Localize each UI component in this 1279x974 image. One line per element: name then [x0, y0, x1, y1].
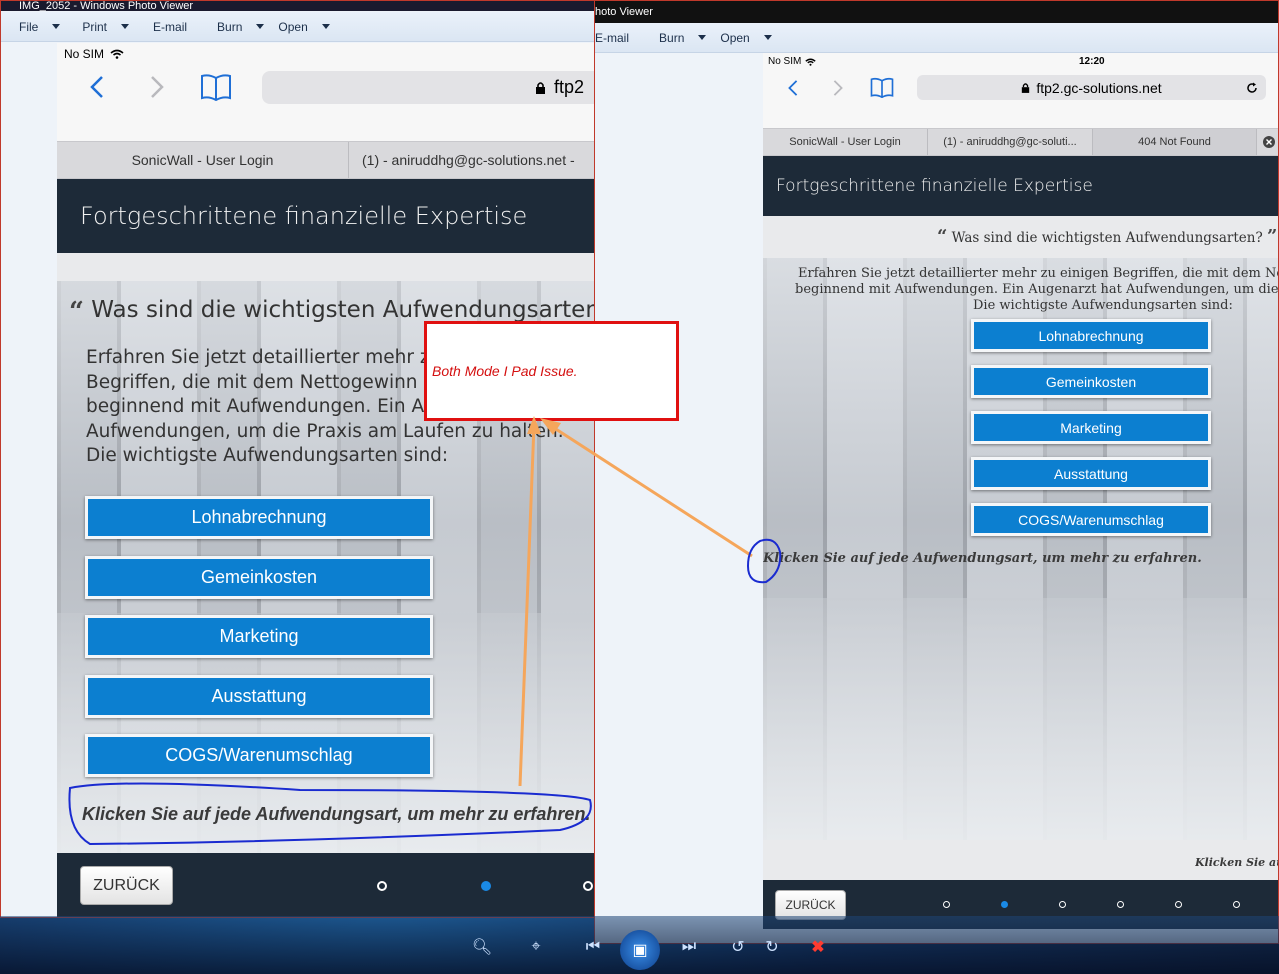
button-gemeinkosten[interactable]: Gemeinkosten: [85, 556, 433, 599]
lock-icon: [536, 81, 545, 94]
reload-icon[interactable]: [1246, 82, 1258, 94]
page-dot-5[interactable]: [1175, 901, 1182, 908]
menu-print[interactable]: Print: [82, 20, 130, 34]
button-lohnabrechnung[interactable]: Lohnabrechnung: [85, 496, 433, 539]
button-marketing[interactable]: Marketing: [85, 615, 433, 658]
tab-gmail[interactable]: (1) - aniruddhg@gc-solutions.net -: [349, 142, 594, 178]
forward-chevron-icon[interactable]: [150, 75, 164, 99]
url-text: ftp2.gc-solutions.net: [1036, 79, 1162, 96]
issue-callout-box: Both Mode I Pad Issue.: [424, 321, 679, 421]
back-chevron-icon[interactable]: [788, 79, 798, 97]
button-gemeinkosten[interactable]: Gemeinkosten: [971, 365, 1211, 398]
page-dot-3[interactable]: [583, 881, 593, 891]
url-text: ftp2: [554, 77, 585, 97]
wifi-icon: [110, 49, 124, 59]
left-menubar: File Print E-mail Burn Open: [1, 12, 594, 42]
page-dot-6[interactable]: [1233, 901, 1240, 908]
next-icon[interactable]: ⏭︎: [672, 934, 706, 960]
delete-icon[interactable]: ✖: [806, 934, 830, 960]
button-cogs[interactable]: COGS/Warenumschlag: [85, 734, 433, 777]
right-tab-strip: SonicWall - User Login (1) - aniruddhg@g…: [763, 128, 1278, 156]
tab-404[interactable]: 404 Not Found: [1093, 129, 1257, 155]
rotate-right-icon[interactable]: ↻: [760, 934, 784, 960]
left-photo-viewer-window: IMG_2052 - Windows Photo Viewer File Pri…: [0, 0, 595, 918]
page-dot-2-active[interactable]: [1001, 901, 1008, 908]
menu-burn[interactable]: Burn: [659, 31, 707, 45]
left-ipad-screenshot: No SIM ftp2 SonicWall - User Login (1) -…: [57, 43, 594, 917]
left-url-bar[interactable]: ftp2: [262, 71, 594, 104]
button-marketing[interactable]: Marketing: [971, 411, 1211, 444]
course-title: Fortgeschrittene finanzielle Expertise: [776, 176, 1093, 196]
menu-email[interactable]: E-mail: [595, 31, 629, 45]
clock-label: 12:20: [1079, 56, 1105, 67]
page-dot-3[interactable]: [1059, 901, 1066, 908]
right-course-header: Fortgeschrittene finanzielle Expertise: [763, 156, 1278, 216]
bookmarks-book-icon[interactable]: [870, 77, 894, 98]
tab-sonicwall[interactable]: SonicWall - User Login: [57, 142, 349, 178]
course-title: Fortgeschrittene finanzielle Expertise: [80, 202, 528, 230]
right-menubar: E-mail Burn Open: [595, 23, 1278, 53]
chevron-down-icon: [121, 24, 130, 29]
chevron-down-icon: [256, 24, 265, 29]
menu-email[interactable]: E-mail: [153, 20, 187, 34]
right-window-title: hoto Viewer: [595, 1, 1278, 23]
left-status-bar: No SIM: [64, 47, 124, 61]
left-footer-bar: ZURÜCK: [57, 853, 594, 917]
right-bottom-hint-text: Klicken Sie auf "W: [1195, 856, 1278, 869]
chevron-down-icon: [321, 24, 330, 29]
back-chevron-icon[interactable]: [90, 75, 104, 99]
right-hint-text: Klicken Sie auf jede Aufwendungsart, um …: [763, 551, 1202, 566]
right-url-bar[interactable]: ftp2.gc-solutions.net: [917, 75, 1266, 100]
lock-icon: [1022, 82, 1030, 93]
page-dot-1[interactable]: [943, 901, 950, 908]
chevron-down-icon: [698, 35, 707, 40]
button-ausstattung[interactable]: Ausstattung: [85, 675, 433, 718]
chevron-down-icon: [52, 24, 61, 29]
previous-icon[interactable]: ⏮︎: [576, 934, 610, 960]
menu-file[interactable]: File: [19, 20, 61, 34]
page-dot-4[interactable]: [1117, 901, 1124, 908]
right-ipad-screenshot: No SIM 12:20 ftp2.gc-solutions.net Sonic…: [763, 53, 1279, 929]
button-lohnabrechnung[interactable]: Lohnabrechnung: [971, 319, 1211, 352]
page-dot-1[interactable]: [377, 881, 387, 891]
actual-size-icon[interactable]: ⌖: [522, 934, 550, 960]
menu-burn[interactable]: Burn: [217, 20, 265, 34]
chevron-down-icon: [763, 35, 772, 40]
wifi-icon: [805, 58, 817, 66]
carrier-label: No SIM: [64, 47, 105, 61]
button-ausstattung[interactable]: Ausstattung: [971, 457, 1211, 490]
left-tab-strip: SonicWall - User Login (1) - aniruddhg@g…: [57, 141, 594, 179]
viewer-control-bar: 🔍︎ ⌖ ⏮︎ ▣ ⏭︎ ↺ ↻ ✖: [0, 916, 1279, 974]
right-photo-viewer-window: hoto Viewer E-mail Burn Open No SIM 12:2…: [594, 0, 1279, 944]
menu-open[interactable]: Open: [720, 31, 772, 45]
menu-open[interactable]: Open: [278, 20, 330, 34]
quote-open-icon: “: [937, 226, 948, 247]
back-button[interactable]: ZURÜCK: [80, 866, 173, 905]
slideshow-icon[interactable]: ▣: [620, 930, 660, 970]
right-status-bar: No SIM: [768, 56, 817, 67]
left-window-title: IMG_2052 - Windows Photo Viewer: [1, 1, 594, 11]
tab-sonicwall[interactable]: SonicWall - User Login: [763, 129, 928, 155]
button-cogs[interactable]: COGS/Warenumschlag: [971, 503, 1211, 536]
page-dot-2-active[interactable]: [481, 881, 491, 891]
carrier-label: No SIM: [768, 56, 802, 67]
rotate-left-icon[interactable]: ↺: [726, 934, 750, 960]
quote-close-icon: ”: [1267, 226, 1278, 247]
tab-gmail[interactable]: (1) - aniruddhg@gc-soluti...: [928, 129, 1093, 155]
left-hint-text: Klicken Sie auf jede Aufwendungsart, um …: [82, 804, 591, 824]
tab-close-x-icon[interactable]: [1257, 129, 1278, 155]
forward-chevron-icon[interactable]: [833, 79, 843, 97]
bookmarks-book-icon[interactable]: [200, 73, 232, 101]
zoom-icon[interactable]: 🔍︎: [464, 934, 500, 960]
left-course-header: Fortgeschrittene finanzielle Expertise: [57, 179, 594, 253]
right-question-heading: “ Was sind die wichtigsten Aufwendungsar…: [937, 226, 1278, 247]
quote-open-icon: “: [69, 297, 84, 327]
right-body-text: Erfahren Sie jetzt detaillierter mehr zu…: [795, 266, 1279, 313]
callout-text: Both Mode I Pad Issue.: [432, 363, 578, 379]
